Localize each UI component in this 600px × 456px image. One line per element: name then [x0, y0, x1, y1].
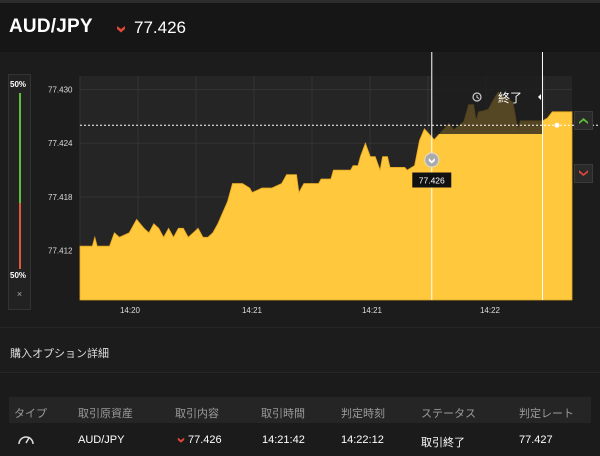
y-tick-label: 77.418: [48, 193, 73, 202]
column-header-judge-time: 判定時刻: [341, 408, 385, 420]
row-judge-time: 14:22:12: [341, 434, 384, 446]
price-chart-panel: 50% 50% × 77.430 77.424 77.418 77.412 終了 77.4…: [0, 52, 600, 327]
end-label: 終了: [498, 90, 522, 105]
high-button[interactable]: [574, 111, 593, 130]
y-tick-label: 77.424: [48, 139, 73, 148]
instrument-header: AUD/JPY 77.426: [0, 0, 600, 52]
current-price-dot: [554, 122, 560, 128]
price-chart: 77.430 77.424 77.418 77.412 終了 77.426 14:20 14:…: [48, 52, 600, 315]
row-status: 取引終了: [421, 437, 465, 449]
row-trade-time: 14:21:42: [262, 434, 305, 446]
column-header-type: タイプ: [14, 408, 47, 420]
down-arrow-icon: [177, 437, 185, 443]
current-price: 77.426: [134, 18, 186, 37]
table-row[interactable]: AUD/JPY 77.426 14:21:42 14:22:12 取引終了 77…: [9, 427, 591, 452]
table-header: タイプ 取引原資産 取引内容 取引時間 判定時刻 ステータス 判定レート: [9, 397, 591, 423]
column-header-content: 取引内容: [175, 408, 219, 420]
low-button[interactable]: [574, 164, 593, 183]
y-tick-label: 77.412: [48, 247, 73, 256]
x-tick-label: 14:21: [242, 306, 263, 315]
row-asset: AUD/JPY: [78, 434, 125, 446]
gauge-icon: [18, 436, 34, 445]
purchase-table: タイプ 取引原資産 取引内容 取引時間 判定時刻 ステータス 判定レート AUD…: [0, 374, 600, 456]
section-title: 購入オプション詳細: [10, 348, 109, 360]
x-tick-label: 14:22: [480, 306, 501, 315]
row-judge-rate: 77.427: [519, 434, 553, 446]
entry-marker: [424, 152, 440, 168]
column-header-asset: 取引原資産: [78, 408, 133, 420]
column-header-judge-rate: 判定レート: [519, 408, 574, 420]
price-tag-label: 77.426: [419, 176, 445, 186]
purchase-details-section: 購入オプション詳細: [0, 327, 600, 373]
y-tick-label: 77.430: [48, 85, 73, 94]
chevron-down-icon: [579, 170, 588, 176]
x-tick-label: 14:20: [120, 306, 141, 315]
instrument-pair: AUD/JPY: [9, 16, 93, 37]
column-header-status: ステータス: [421, 408, 476, 420]
column-header-trade-time: 取引時間: [261, 408, 305, 420]
row-content: 77.426: [188, 434, 222, 446]
down-arrow-icon: [117, 26, 125, 33]
chevron-up-icon: [579, 118, 588, 124]
x-tick-label: 14:21: [362, 306, 383, 315]
